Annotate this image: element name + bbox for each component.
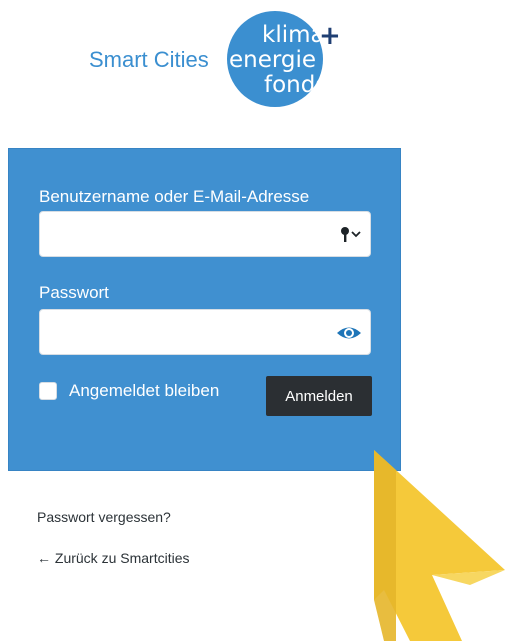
login-page: Smart Cities klima energie fonds + Benut… xyxy=(0,0,517,641)
pointer-cursor-icon xyxy=(374,450,505,641)
